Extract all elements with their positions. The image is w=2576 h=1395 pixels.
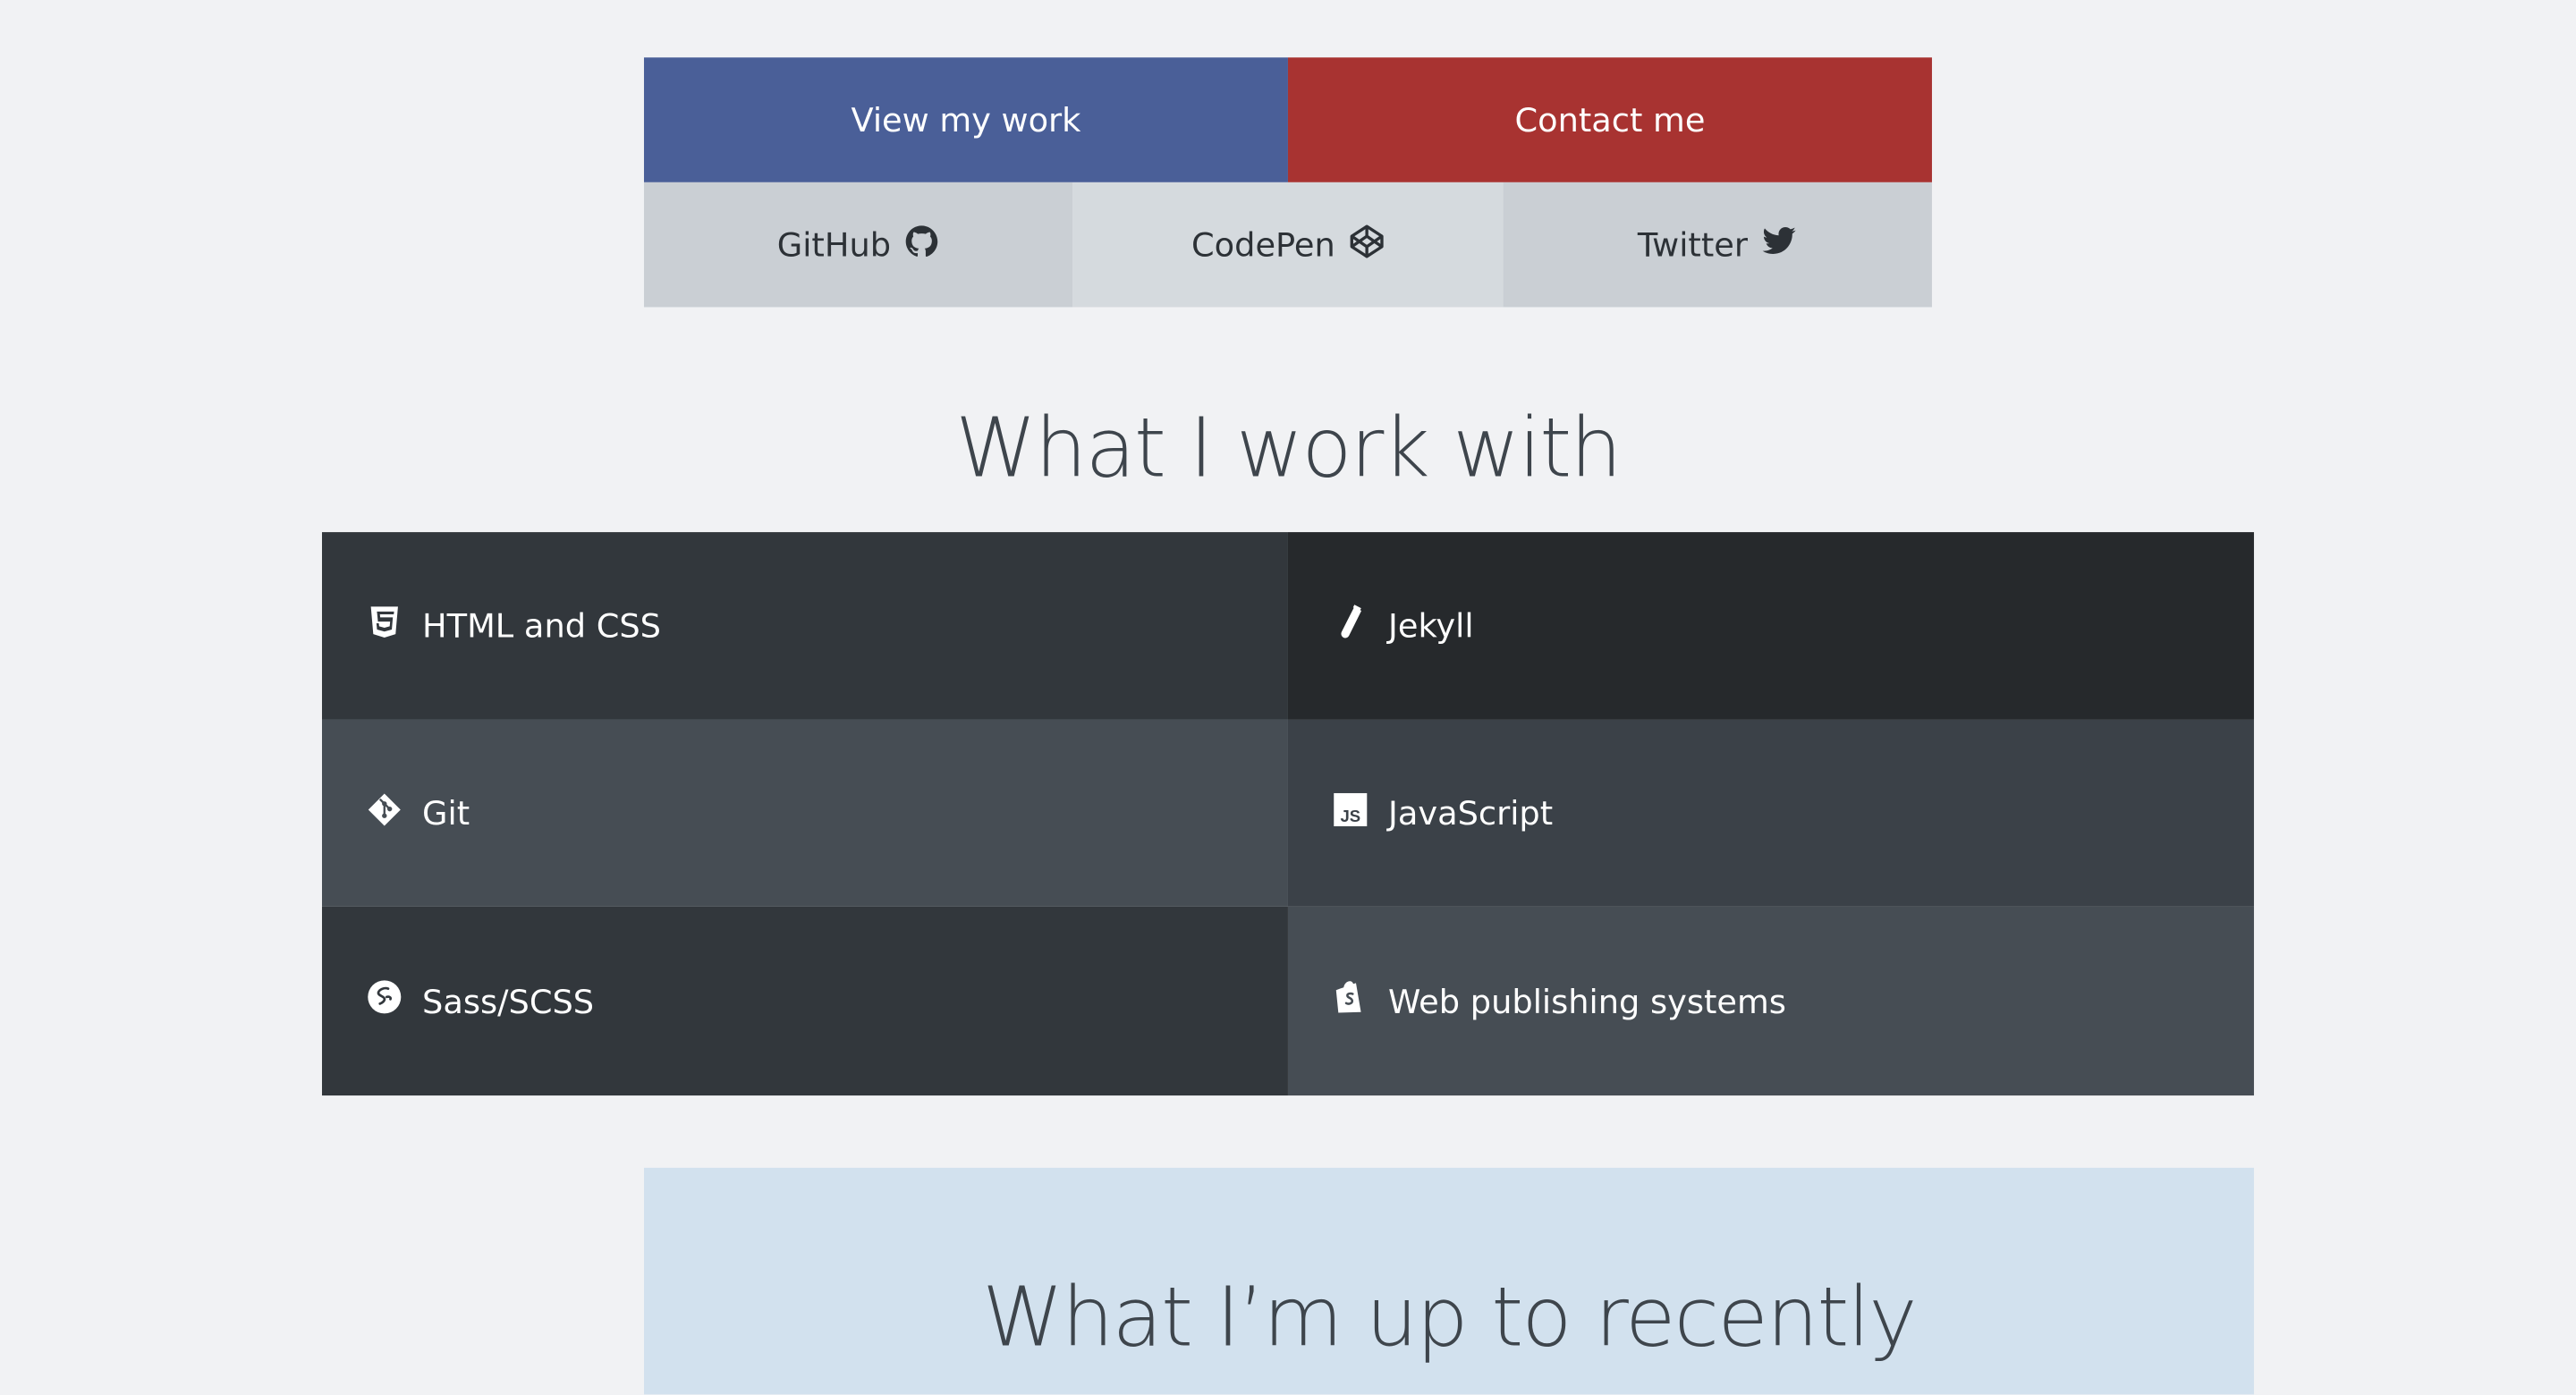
codepen-label: CodePen bbox=[1191, 224, 1335, 265]
skill-label: Git bbox=[422, 793, 470, 833]
skill-web-publishing: Web publishing systems bbox=[1287, 906, 2254, 1096]
github-icon bbox=[904, 223, 940, 267]
js-icon: JS bbox=[1333, 790, 1368, 835]
contact-me-button[interactable]: Contact me bbox=[1287, 57, 1932, 182]
github-label: GitHub bbox=[776, 224, 892, 265]
skill-label: Jekyll bbox=[1388, 605, 1474, 646]
skill-label: Web publishing systems bbox=[1388, 981, 1786, 1021]
view-my-work-button[interactable]: View my work bbox=[643, 57, 1288, 182]
page: View my work Contact me GitHub CodePen T… bbox=[0, 0, 2576, 1395]
skills-grid: HTML and CSS Jekyll Git JS JavaScript Sa… bbox=[321, 532, 2254, 1096]
twitter-bird-icon bbox=[1761, 223, 1797, 267]
recent-section: What I’m up to recently bbox=[643, 1167, 2254, 1395]
html5-icon bbox=[367, 604, 402, 648]
git-icon bbox=[367, 790, 402, 835]
shopify-bag-icon bbox=[1333, 979, 1368, 1024]
skill-label: JavaScript bbox=[1388, 793, 1554, 833]
sass-icon bbox=[367, 979, 402, 1024]
recent-heading: What I’m up to recently bbox=[982, 1269, 1917, 1365]
twitter-link[interactable]: Twitter bbox=[1502, 182, 1932, 308]
skill-jekyll: Jekyll bbox=[1287, 532, 2254, 720]
social-links: GitHub CodePen Twitter bbox=[643, 182, 1932, 308]
svg-text:JS: JS bbox=[1340, 806, 1360, 824]
github-link[interactable]: GitHub bbox=[643, 182, 1073, 308]
skill-label: Sass/SCSS bbox=[422, 981, 595, 1021]
skill-javascript: JS JavaScript bbox=[1287, 719, 2254, 907]
cta-row: View my work Contact me bbox=[643, 57, 1932, 182]
skills-heading: What I work with bbox=[955, 401, 1622, 496]
test-tube-icon bbox=[1333, 604, 1368, 648]
codepen-link[interactable]: CodePen bbox=[1072, 182, 1503, 308]
skill-html-css: HTML and CSS bbox=[321, 532, 1288, 720]
twitter-label: Twitter bbox=[1637, 224, 1748, 265]
skill-git: Git bbox=[321, 719, 1288, 907]
skill-label: HTML and CSS bbox=[422, 605, 662, 646]
skill-sass: Sass/SCSS bbox=[321, 906, 1288, 1096]
codepen-icon bbox=[1348, 223, 1384, 267]
